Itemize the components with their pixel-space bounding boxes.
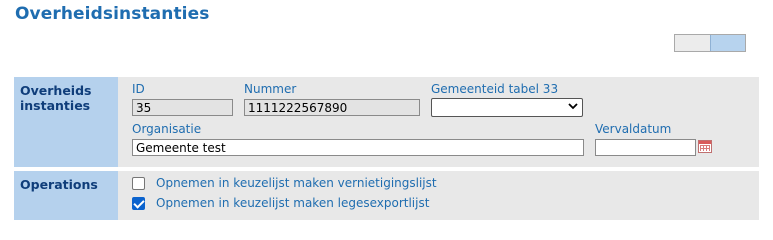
vervaldatum-field[interactable] xyxy=(595,139,696,156)
page-title: Overheidsinstanties xyxy=(15,4,210,24)
chevron-down-icon xyxy=(568,101,578,114)
section-operations: Operations Opnemen in keuzelijst maken v… xyxy=(14,171,759,220)
legesexportlijst-label: Opnemen in keuzelijst maken legesexportl… xyxy=(156,196,430,210)
vernietigingslijst-checkbox[interactable] xyxy=(132,176,145,190)
section-overheidsinstanties: Overheids instanties ID Nummer Gemeentei… xyxy=(14,77,759,167)
view-toggle[interactable] xyxy=(674,34,746,52)
id-field[interactable] xyxy=(132,99,233,116)
vervaldatum-label: Vervaldatum xyxy=(595,122,672,136)
toggle-option-right[interactable] xyxy=(710,35,745,51)
section-body: ID Nummer Gemeenteid tabel 33 Organisati… xyxy=(118,77,759,167)
operation-item-legesexportlijst[interactable]: Opnemen in keuzelijst maken legesexportl… xyxy=(132,196,429,210)
nummer-field[interactable] xyxy=(244,99,420,116)
gemeenteid-select[interactable] xyxy=(431,98,583,117)
id-label: ID xyxy=(132,82,145,96)
organisatie-field[interactable] xyxy=(132,139,584,156)
legesexportlijst-checkbox[interactable] xyxy=(132,196,145,210)
section-label: Operations xyxy=(14,171,118,220)
toggle-option-left[interactable] xyxy=(675,35,710,51)
organisatie-label: Organisatie xyxy=(132,122,202,136)
vernietigingslijst-label: Opnemen in keuzelijst maken vernietiging… xyxy=(156,176,437,190)
nummer-label: Nummer xyxy=(244,82,297,96)
operation-item-vernietigingslijst[interactable]: Opnemen in keuzelijst maken vernietiging… xyxy=(132,176,437,190)
calendar-icon[interactable] xyxy=(698,140,712,153)
gemeenteid-label: Gemeenteid tabel 33 xyxy=(431,82,559,96)
section-body: Opnemen in keuzelijst maken vernietiging… xyxy=(118,171,759,220)
section-label: Overheids instanties xyxy=(14,77,118,167)
